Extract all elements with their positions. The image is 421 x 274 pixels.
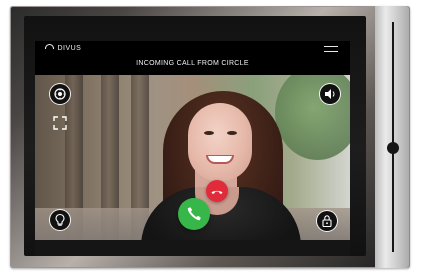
background-tree: [275, 75, 350, 160]
lower-bezel: [35, 240, 350, 256]
volume-button[interactable]: [320, 84, 340, 104]
brand-text: DIVUS: [57, 45, 82, 52]
rail-line: [392, 22, 394, 252]
fullscreen-button[interactable]: [50, 113, 70, 133]
camera-settings-button[interactable]: [50, 84, 70, 104]
lightbulb-icon: [55, 213, 65, 226]
lock-icon: [322, 215, 332, 228]
incoming-call-title: INCOMING CALL FROM CIRCLE: [136, 60, 249, 67]
caller-eye-right: [227, 131, 237, 135]
brand-arc-icon: [45, 44, 54, 49]
caller-eye-left: [204, 131, 214, 135]
intercom-device: DIVUS INCOMING CALL FROM CIRCLE: [0, 0, 421, 274]
fullscreen-icon: [53, 116, 67, 130]
brand-logo: DIVUS: [45, 44, 81, 52]
phone-hangup-icon: [211, 190, 223, 194]
light-button[interactable]: [50, 210, 70, 230]
caller-face: [188, 103, 252, 181]
phone-answer-icon: [187, 207, 201, 221]
hangup-button[interactable]: [206, 180, 228, 202]
video-feed: [35, 75, 350, 240]
rail-knob: [387, 142, 399, 154]
hamburger-menu-icon[interactable]: [324, 46, 338, 52]
top-bar: DIVUS INCOMING CALL FROM CIRCLE: [35, 41, 350, 75]
side-rail: [375, 6, 410, 268]
door-lock-button[interactable]: [317, 211, 337, 231]
speaker-volume-icon: [325, 89, 335, 99]
answer-call-button[interactable]: [178, 198, 210, 230]
camera-settings-icon: [54, 88, 66, 100]
